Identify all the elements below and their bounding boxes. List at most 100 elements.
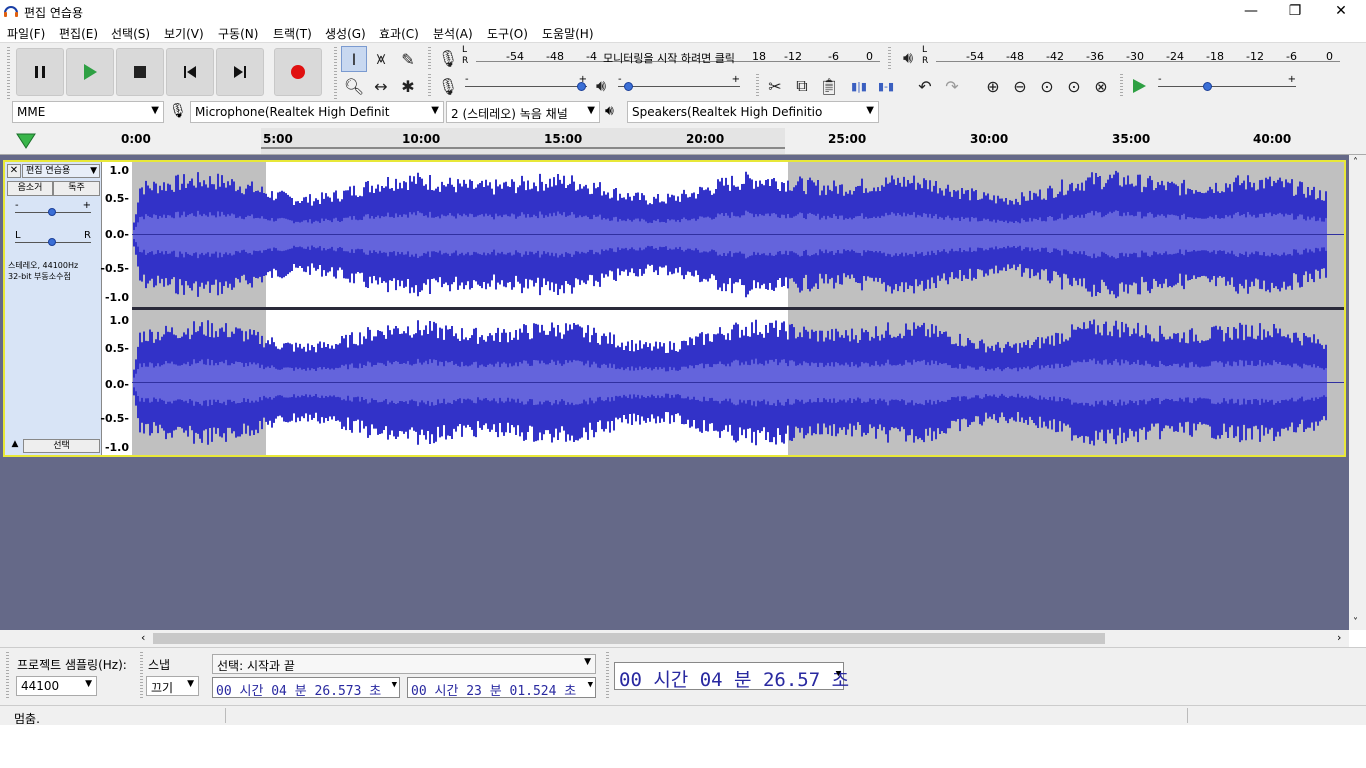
- project-rate-select[interactable]: 44100 ▼: [16, 676, 97, 696]
- toolbar-grip[interactable]: [606, 652, 609, 700]
- selection-mode-select[interactable]: 선택: 시작과 끝 ▼: [212, 654, 596, 674]
- toolbar-grip[interactable]: [1120, 74, 1123, 98]
- solo-button[interactable]: 독주: [53, 181, 100, 196]
- play-meter-button[interactable]: 🔊︎: [895, 45, 921, 71]
- paste-button[interactable]: 📋︎: [816, 73, 842, 99]
- menu-tools[interactable]: 도구(O): [487, 25, 528, 42]
- chevron-down-icon[interactable]: ▼: [392, 680, 397, 690]
- recording-volume-slider[interactable]: - +: [465, 74, 587, 96]
- toolbar-grip[interactable]: [7, 47, 10, 99]
- play-at-speed-button[interactable]: [1126, 73, 1152, 99]
- selection-tool-button[interactable]: I: [341, 46, 367, 72]
- chevron-down-icon[interactable]: ˅: [1353, 617, 1358, 628]
- zoom-tool-button[interactable]: 🔍︎: [341, 73, 367, 99]
- playback-volume-slider[interactable]: - +: [618, 74, 740, 96]
- menu-effect[interactable]: 효과(C): [379, 25, 419, 42]
- track-close-button[interactable]: ✕: [7, 164, 21, 178]
- audio-host-select[interactable]: MME ▼: [12, 101, 164, 123]
- minimize-button[interactable]: —: [1228, 0, 1274, 22]
- undo-icon: ↶: [918, 76, 932, 96]
- copy-button[interactable]: ⧉: [789, 73, 815, 99]
- silence-button[interactable]: ▮-▮: [873, 73, 899, 99]
- skip-to-start-button[interactable]: [166, 48, 214, 96]
- mute-button[interactable]: 음소거: [7, 181, 53, 196]
- multi-tool-button[interactable]: ✱: [395, 73, 421, 99]
- playback-speed-slider[interactable]: - +: [1158, 74, 1296, 96]
- recording-device-select[interactable]: Microphone(Realtek High Definit ▼: [190, 101, 444, 123]
- select-track-button[interactable]: 선택: [23, 439, 100, 453]
- snap-select[interactable]: 끄기 ▼: [146, 676, 199, 696]
- slider-knob[interactable]: [48, 208, 56, 216]
- timeline-ruler[interactable]: 0:00 5:00 10:00 15:00 20:00 25:00 30:00 …: [0, 128, 1366, 155]
- chevron-right-icon[interactable]: ›: [1337, 631, 1341, 644]
- track-control-panel[interactable]: ✕ 편집 연습용 ▼ 음소거 독주 - + L R 스테레오, 44100Hz 3…: [5, 162, 102, 455]
- toolbar-grip[interactable]: [756, 74, 759, 98]
- menu-view[interactable]: 보기(V): [164, 25, 204, 42]
- audio-track[interactable]: ✕ 편집 연습용 ▼ 음소거 독주 - + L R 스테레오, 44100Hz 3…: [3, 160, 1346, 457]
- record-button[interactable]: [274, 48, 322, 96]
- track-area[interactable]: ✕ 편집 연습용 ▼ 음소거 독주 - + L R 스테레오, 44100Hz 3…: [0, 155, 1349, 630]
- menu-generate[interactable]: 생성(G): [325, 25, 366, 42]
- play-head-triangle-icon[interactable]: [16, 133, 36, 149]
- envelope-tool-button[interactable]: ⩙: [368, 46, 394, 72]
- menu-help[interactable]: 도움말(H): [542, 25, 594, 42]
- play-button[interactable]: [66, 48, 114, 96]
- cut-button[interactable]: ✂: [762, 73, 788, 99]
- pause-button[interactable]: [16, 48, 64, 96]
- undo-button[interactable]: ↶: [912, 73, 938, 99]
- menu-analyze[interactable]: 분석(A): [433, 25, 473, 42]
- toolbar-grip[interactable]: [140, 652, 143, 700]
- vertical-scrollbar[interactable]: ˄ ˅: [1349, 155, 1366, 630]
- stop-button[interactable]: [116, 48, 164, 96]
- chevron-up-icon[interactable]: ˄: [1353, 157, 1358, 168]
- zoom-in-button[interactable]: ⊕: [980, 73, 1006, 99]
- slider-knob[interactable]: [577, 82, 586, 91]
- slider-knob[interactable]: [1203, 82, 1212, 91]
- fit-project-button[interactable]: ⊙: [1061, 73, 1087, 99]
- slider-knob[interactable]: [48, 238, 56, 246]
- track-pan-slider[interactable]: L R: [15, 230, 91, 252]
- chevron-down-icon[interactable]: ▼: [588, 680, 593, 690]
- toolbar-grip[interactable]: [6, 652, 9, 700]
- skip-to-end-button[interactable]: [216, 48, 264, 96]
- chevron-down-icon[interactable]: ▼: [836, 669, 841, 679]
- zoom-toggle-button[interactable]: ⊗: [1088, 73, 1114, 99]
- audio-position-time[interactable]: 00 시간 04 분 26.57 초 ▼: [614, 662, 849, 691]
- redo-button[interactable]: ↷: [939, 73, 965, 99]
- vertical-scale[interactable]: 1.0 0.5- 0.0- -0.5- -1.0 1.0 0.5- 0.0- -…: [100, 162, 132, 455]
- record-meter-button[interactable]: 🎙︎: [435, 45, 461, 71]
- zoom-out-button[interactable]: ⊖: [1007, 73, 1033, 99]
- playback-device-select[interactable]: Speakers(Realtek High Definitio ▼: [627, 101, 879, 123]
- track-menu-button[interactable]: 편집 연습용 ▼: [22, 164, 100, 178]
- meter-tick: 0: [1326, 50, 1333, 63]
- playback-meter[interactable]: LR -54 -48 -42 -36 -30 -24 -18 -12 -6 0: [922, 45, 1340, 69]
- scrollbar-thumb[interactable]: [153, 633, 1105, 644]
- draw-tool-button[interactable]: ✎: [395, 46, 421, 72]
- menu-edit[interactable]: 편집(E): [59, 25, 98, 42]
- toolbar-grip[interactable]: [888, 47, 891, 71]
- horizontal-scrollbar[interactable]: ‹ ›: [0, 630, 1349, 647]
- toolbar-grip[interactable]: [428, 74, 431, 98]
- waveform[interactable]: [132, 162, 1344, 455]
- menu-select[interactable]: 선택(S): [111, 25, 150, 42]
- trim-button[interactable]: ▮|▮: [846, 73, 872, 99]
- fit-selection-button[interactable]: ⊙: [1034, 73, 1060, 99]
- maximize-button[interactable]: ❐: [1272, 0, 1318, 22]
- menu-transport[interactable]: 구동(N): [218, 25, 258, 42]
- snap-value: 끄기: [151, 681, 174, 695]
- toolbar-grip[interactable]: [428, 47, 431, 71]
- selection-start-time[interactable]: 00 시간 04 분 26.573 초 ▼: [212, 677, 400, 699]
- selection-end-time[interactable]: 00 시간 23 분 01.524 초 ▼: [407, 677, 596, 699]
- close-button[interactable]: ✕: [1318, 0, 1364, 22]
- project-rate-label: 프로젝트 샘플링(Hz):: [17, 658, 127, 672]
- menu-file[interactable]: 파일(F): [7, 25, 45, 42]
- record-meter[interactable]: LR -54 -48 -4 모니터링을 시작 하려면 클릭 18 -12 -6 …: [462, 45, 880, 69]
- track-gain-slider[interactable]: - +: [15, 200, 91, 222]
- menu-tracks[interactable]: 트랙(T): [273, 25, 312, 42]
- timeshift-tool-button[interactable]: ↔: [368, 73, 394, 99]
- chevron-left-icon[interactable]: ‹: [141, 631, 145, 644]
- collapse-button[interactable]: ▲: [7, 439, 23, 453]
- recording-channels-select[interactable]: 2 (스테레오) 녹음 채널 ▼: [446, 101, 600, 123]
- toolbar-grip[interactable]: [334, 47, 337, 99]
- slider-knob[interactable]: [624, 82, 633, 91]
